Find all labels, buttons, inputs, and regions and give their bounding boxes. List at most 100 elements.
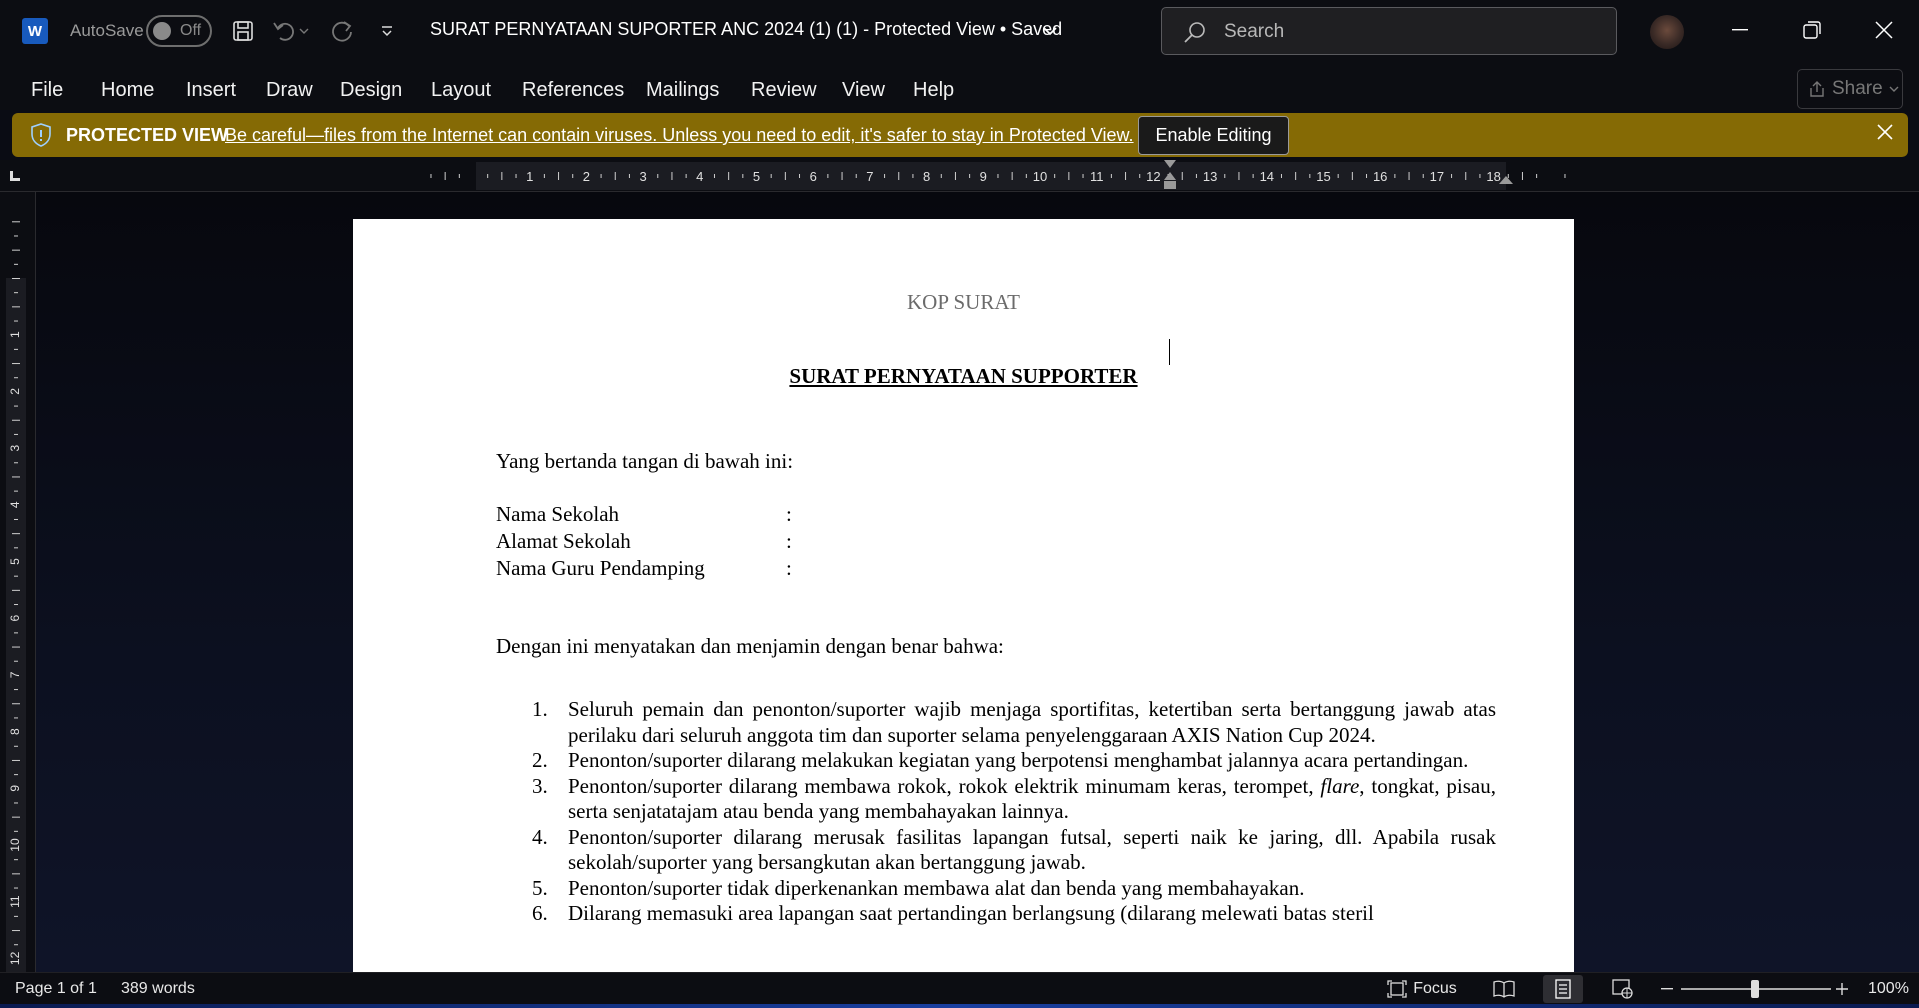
print-layout-icon[interactable] xyxy=(1543,975,1583,1003)
ruler-tick xyxy=(1465,172,1467,180)
ruler-tick xyxy=(1139,174,1141,178)
field-separator: : xyxy=(786,502,792,526)
ruler-tick xyxy=(1479,174,1481,178)
redo-icon[interactable] xyxy=(326,14,360,48)
ruler-tick xyxy=(713,174,715,178)
ruler-tick xyxy=(1564,174,1566,178)
shield-icon xyxy=(31,123,51,147)
document-title[interactable]: SURAT PERNYATAAN SUPORTER ANC 2024 (1) (… xyxy=(430,19,1062,40)
ruler-tick xyxy=(14,405,18,407)
ruler-tick xyxy=(855,174,857,178)
left-indent-marker[interactable] xyxy=(1164,181,1176,189)
ruler-tick xyxy=(614,172,616,180)
tab-draw[interactable]: Draw xyxy=(266,79,313,102)
ruler-tick xyxy=(742,174,744,178)
ruler-tick xyxy=(884,174,886,178)
ruler-scale-vertical: 123456789101112 xyxy=(6,221,26,972)
document-page[interactable]: KOP SURAT SURAT PERNYATAAN SUPPORTER Yan… xyxy=(353,219,1574,972)
field-label: Alamat Sekolah xyxy=(496,529,631,553)
field-separator: : xyxy=(786,529,792,553)
ruler-number: 2 xyxy=(583,169,590,184)
read-mode-icon[interactable] xyxy=(1484,975,1524,1003)
tab-file[interactable]: File xyxy=(31,79,63,102)
tab-view[interactable]: View xyxy=(842,79,885,102)
tab-references[interactable]: References xyxy=(522,79,624,102)
ruler-number: 16 xyxy=(1373,169,1387,184)
ruler-tick xyxy=(12,221,20,223)
ruler-tick xyxy=(14,263,18,265)
ruler-tick xyxy=(1252,174,1254,178)
zoom-slider-thumb[interactable] xyxy=(1751,980,1759,998)
autosave-toggle[interactable]: Off xyxy=(146,15,212,47)
protected-view-bar: PROTECTED VIEW Be careful—files from the… xyxy=(12,113,1908,157)
avatar[interactable] xyxy=(1650,15,1684,49)
tab-home[interactable]: Home xyxy=(101,79,154,102)
tab-design[interactable]: Design xyxy=(340,79,402,102)
ruler-tick xyxy=(12,930,20,932)
ruler-tick xyxy=(444,172,446,180)
ruler-tick xyxy=(14,774,18,776)
save-icon[interactable] xyxy=(226,14,260,48)
zoom-in-icon[interactable] xyxy=(1824,975,1860,1003)
restore-icon[interactable] xyxy=(1789,10,1835,50)
title-bar: W AutoSave Off SURAT PERNYATAAN SUPORTER… xyxy=(0,0,1919,62)
ruler-number: 12 xyxy=(8,951,22,965)
close-icon[interactable] xyxy=(1876,123,1894,141)
document-heading: SURAT PERNYATAAN SUPPORTER xyxy=(789,364,1138,388)
ruler-tick xyxy=(543,174,545,178)
ruler-tick xyxy=(14,859,18,861)
ruler-tick xyxy=(671,172,673,180)
ruler-tick xyxy=(12,703,20,705)
list-item: 3. Penonton/suporter dilarang membawa rok… xyxy=(496,774,1496,825)
close-window-icon[interactable] xyxy=(1861,10,1907,50)
ruler-number: 3 xyxy=(8,444,22,451)
focus-button[interactable]: Focus xyxy=(1385,975,1459,1003)
ruler-tick xyxy=(501,172,503,180)
list-text: Penonton/suporter dilarang membawa rokok… xyxy=(568,773,1321,798)
ruler-tick xyxy=(969,174,971,178)
vertical-ruler[interactable]: 1 2 3 4 5 6 7 8 9 10 11 12 xyxy=(0,192,36,972)
ruler-tick xyxy=(685,174,687,178)
ruler-tick xyxy=(12,249,20,251)
ruler-tick xyxy=(1238,172,1240,180)
tab-selector-icon[interactable] xyxy=(10,171,20,181)
ruler-tick xyxy=(1054,174,1056,178)
letterhead-placeholder: KOP SURAT xyxy=(907,290,1020,314)
list-text: Penonton/suporter tidak diperkenankan me… xyxy=(568,875,1305,900)
tab-help[interactable]: Help xyxy=(913,79,954,102)
ruler-number: 18 xyxy=(1486,169,1500,184)
enable-editing-button[interactable]: Enable Editing xyxy=(1138,116,1289,155)
zoom-level[interactable]: 100% xyxy=(1868,980,1909,998)
ruler-tick xyxy=(799,174,801,178)
ruler-number: 11 xyxy=(1090,169,1104,184)
undo-dropdown-icon[interactable] xyxy=(294,14,314,48)
ruler-tick xyxy=(1536,174,1538,178)
share-button[interactable]: Share xyxy=(1797,69,1903,109)
zoom-out-icon[interactable] xyxy=(1649,975,1685,1003)
ruler-tick xyxy=(14,348,18,350)
title-chevron-down-icon[interactable] xyxy=(1033,14,1067,48)
horizontal-ruler[interactable]: 1 2 3 4 5 6 7 8 9 10 11 12 13 14 15 16 17 18 xyxy=(0,160,1919,192)
ruler-tick xyxy=(657,174,659,178)
tab-review[interactable]: Review xyxy=(751,79,817,102)
document-canvas[interactable]: KOP SURAT SURAT PERNYATAAN SUPPORTER Yan… xyxy=(36,192,1919,972)
clause-list: 1. Seluruh pemain dan penonton/suporter w… xyxy=(496,697,1496,927)
ruler-number: 4 xyxy=(8,501,22,508)
ruler-tick xyxy=(1366,174,1368,178)
customize-qat-icon[interactable] xyxy=(370,14,404,48)
page-count[interactable]: Page 1 of 1 xyxy=(15,980,97,998)
word-count[interactable]: 389 words xyxy=(121,980,195,998)
ruler-tick xyxy=(12,476,20,478)
ruler-tick xyxy=(940,174,942,178)
tab-mailings[interactable]: Mailings xyxy=(646,79,719,102)
tab-insert[interactable]: Insert xyxy=(186,79,236,102)
minimize-icon[interactable] xyxy=(1717,10,1763,50)
search-input[interactable]: Search xyxy=(1161,7,1617,55)
ruler-number: 4 xyxy=(696,169,703,184)
protected-view-message[interactable]: Be careful—files from the Internet can c… xyxy=(225,125,1134,146)
focus-icon xyxy=(1387,980,1407,998)
list-item: 4. Penonton/suporter dilarang merusak fas… xyxy=(496,825,1496,876)
web-layout-icon[interactable] xyxy=(1603,975,1643,1003)
ruler-tick xyxy=(14,575,18,577)
tab-layout[interactable]: Layout xyxy=(431,79,491,102)
